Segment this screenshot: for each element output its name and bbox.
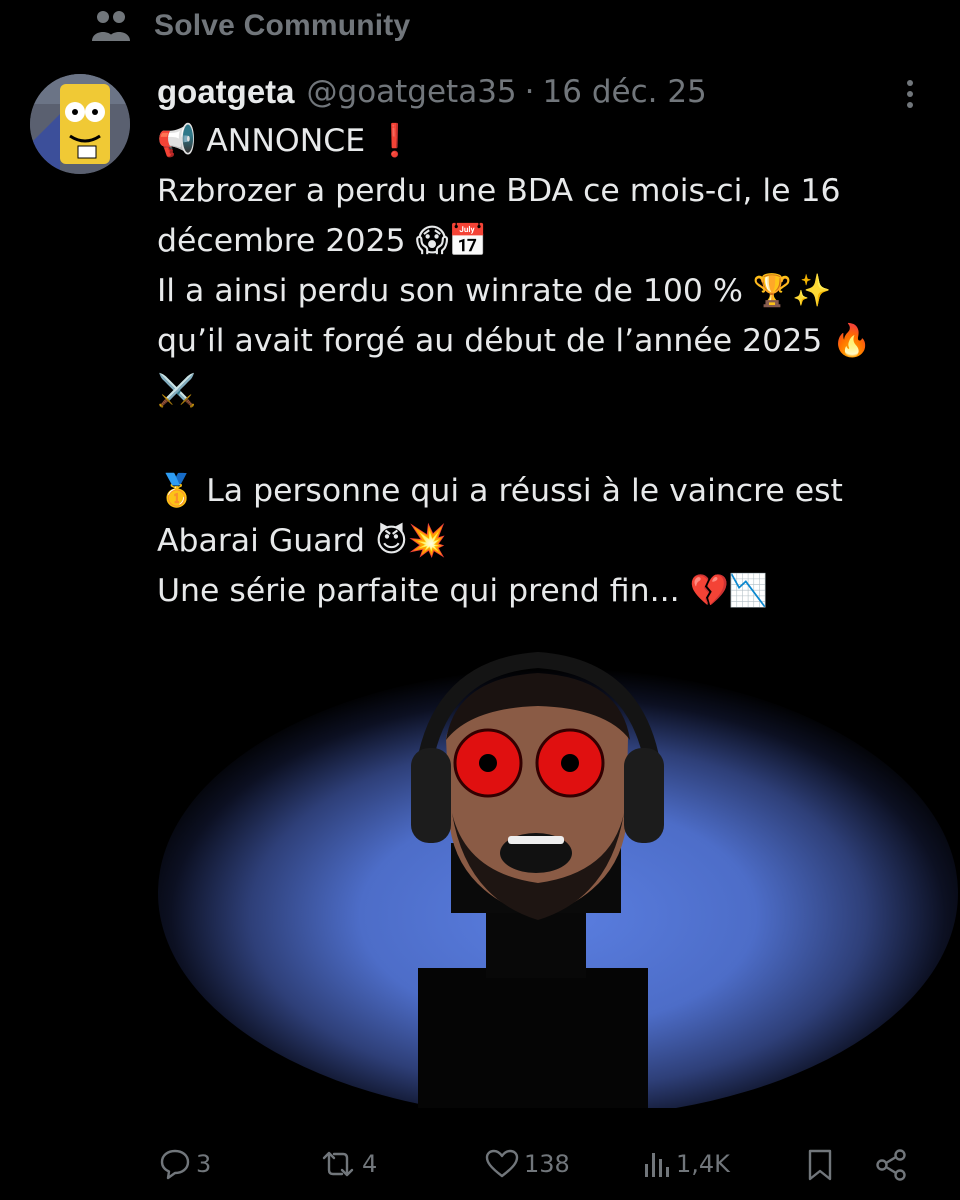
tweet-date[interactable]: 16 déc. 25 xyxy=(543,74,707,110)
avatar[interactable] xyxy=(30,74,130,174)
tweet-text: 📢 ANNONCE ❗ Rzbrozer a perdu une BDA ce … xyxy=(157,116,937,616)
more-icon xyxy=(907,80,913,86)
tweet-line: Rzbrozer a perdu une BDA ce mois-ci, le … xyxy=(157,173,841,209)
tweet-line: ⚔️ xyxy=(157,373,197,409)
share-icon xyxy=(874,1148,908,1182)
tweet-line: 🥇 La personne qui a réussi à le vaincre … xyxy=(157,473,843,509)
retweet-button[interactable]: 4 xyxy=(318,1148,377,1180)
tweet-media-image[interactable] xyxy=(156,628,960,1108)
tweet-line: qu’il avait forgé au début de l’année 20… xyxy=(157,323,872,359)
reply-count: 3 xyxy=(196,1150,212,1178)
heart-icon xyxy=(484,1148,520,1180)
community-header[interactable]: Solve Community xyxy=(90,4,410,48)
reply-button[interactable]: 3 xyxy=(158,1148,211,1180)
display-name[interactable]: goatgeta xyxy=(157,73,295,111)
people-icon xyxy=(90,9,132,43)
tweet-line: décembre 2025 😱📅 xyxy=(157,223,488,259)
retweet-icon xyxy=(318,1148,358,1180)
community-name[interactable]: Solve Community xyxy=(154,9,410,43)
tweet-header: goatgeta @goatgeta35 · 16 déc. 25 xyxy=(157,70,707,114)
tweet-line: 📢 ANNONCE ❗ xyxy=(157,123,415,159)
retweet-count: 4 xyxy=(362,1150,378,1178)
views-count: 1,4K xyxy=(676,1150,730,1178)
separator: · xyxy=(524,74,535,110)
more-button[interactable] xyxy=(892,74,928,114)
bookmark-icon xyxy=(806,1148,834,1182)
tweet-line: Une série parfaite qui prend fin... 💔📉 xyxy=(157,573,769,609)
bookmark-button[interactable] xyxy=(806,1148,834,1182)
like-button[interactable]: 138 xyxy=(484,1148,570,1180)
tweet-line: Il a ainsi perdu son winrate de 100 % 🏆✨ xyxy=(157,273,832,309)
tweet-actions: 3 4 138 1,4K xyxy=(150,1140,930,1190)
like-count: 138 xyxy=(524,1150,570,1178)
reply-icon xyxy=(158,1148,192,1180)
views-button[interactable]: 1,4K xyxy=(642,1148,730,1180)
analytics-icon xyxy=(642,1148,672,1180)
user-handle[interactable]: @goatgeta35 xyxy=(307,74,517,110)
tweet-line: Abarai Guard 😈💥 xyxy=(157,523,448,559)
share-button[interactable] xyxy=(874,1148,908,1182)
